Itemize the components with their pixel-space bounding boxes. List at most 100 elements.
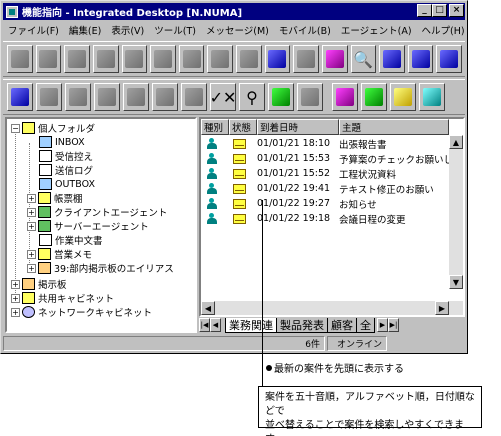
calendar-button[interactable] (332, 83, 358, 111)
reply-button[interactable] (36, 83, 62, 111)
export-button[interactable] (178, 45, 205, 73)
grid-button[interactable] (293, 45, 319, 73)
send-button[interactable] (379, 45, 405, 73)
forward-message-button[interactable] (94, 83, 120, 111)
clock-button[interactable] (361, 83, 387, 111)
share-button[interactable] (181, 83, 207, 111)
tab-customer[interactable]: 顧客 (327, 317, 357, 333)
workflow-button[interactable] (152, 83, 178, 111)
expand-toggle[interactable]: + (27, 221, 36, 231)
tree-node-received[interactable]: 受信控え (39, 149, 93, 163)
tree-label: 帳票棚 (54, 194, 83, 205)
collapse-toggle[interactable]: − (11, 123, 20, 133)
tab-first-button[interactable]: |◀ (199, 318, 210, 332)
tree-node-server-agent[interactable]: + サーバーエージェント (27, 219, 149, 233)
menu-message[interactable]: メッセージ(M) (201, 23, 274, 37)
expand-toggle[interactable]: + (27, 249, 36, 259)
close-button[interactable]: × (449, 4, 464, 17)
expand-toggle[interactable]: + (27, 207, 36, 217)
approve-button[interactable]: ✓✕ (210, 83, 236, 111)
table-row[interactable]: 01/01/21 15:52 工程状況資料 (201, 167, 463, 180)
tree-node-board[interactable]: + 掲示板 (11, 277, 67, 291)
subject-cell: テキスト修正のお願い (339, 184, 434, 196)
tree-node-shared-cabinet[interactable]: + 共用キャビネット (11, 291, 114, 305)
table-row[interactable]: 01/01/21 18:10 出張報告書 (201, 137, 463, 150)
tree-label: 営業メモ (54, 250, 93, 261)
tree-node-forms[interactable]: + 帳票棚 (27, 191, 83, 205)
minimize-button[interactable]: _ (417, 4, 432, 17)
tree-node-personal[interactable]: − 個人フォルダ (11, 121, 95, 135)
table-row[interactable]: 01/01/22 19:18 会議日程の変更 (201, 212, 463, 225)
tree-node-outbox[interactable]: OUTBOX (39, 177, 95, 191)
expand-toggle[interactable]: + (11, 307, 20, 317)
column-header-arrival[interactable]: 到着日時 (257, 119, 339, 135)
folder-icon (10, 50, 29, 68)
tree-node-network-cabinet[interactable]: + ネットワークキャビネット (11, 305, 152, 319)
move-button[interactable] (35, 45, 62, 73)
view-button[interactable] (236, 45, 262, 73)
receive-button[interactable] (407, 45, 434, 73)
menu-file[interactable]: ファイル(F) (3, 23, 64, 37)
forward-button[interactable] (207, 45, 233, 73)
maximize-button[interactable]: □ (432, 4, 447, 17)
scroll-up-button[interactable]: ▲ (449, 135, 463, 149)
print-button[interactable] (121, 45, 148, 73)
expand-toggle[interactable]: + (11, 293, 20, 303)
tab-next-button[interactable]: ▶ (377, 318, 388, 332)
find-button[interactable]: ⚲ (239, 83, 265, 111)
delete-button[interactable] (92, 45, 119, 73)
route-button[interactable] (123, 83, 149, 111)
menu-agent[interactable]: エージェント(A) (336, 23, 417, 37)
menu-tools[interactable]: ツール(T) (149, 23, 201, 37)
sign-button[interactable] (268, 83, 294, 111)
new-folder-button[interactable] (7, 45, 33, 73)
scroll-right-button[interactable]: ▶ (435, 301, 449, 315)
title-bar[interactable]: 機能指向 - Integrated Desktop [N.NUMA] _ □ × (3, 3, 465, 20)
document-icon (39, 150, 52, 162)
edit-button[interactable] (321, 45, 348, 73)
menu-mobile[interactable]: モバイル(B) (274, 23, 336, 37)
memo-button[interactable] (390, 83, 416, 111)
horizontal-scrollbar[interactable]: ◀ ▶ (201, 301, 463, 315)
search-button[interactable]: 🔍 (350, 45, 377, 73)
callout-text: 案件を五十音順，アルファベット順，日付順などで (265, 392, 475, 417)
tab-last-button[interactable]: ▶| (388, 318, 399, 332)
menu-view[interactable]: 表示(V) (106, 23, 149, 37)
sync-button[interactable] (436, 45, 462, 73)
tree-node-board-alias[interactable]: + 39:部内掲示板のエイリアス (27, 261, 174, 275)
tree-node-client-agent[interactable]: + クライアントエージェント (27, 205, 167, 219)
archive-button[interactable] (64, 45, 90, 73)
tree-node-sent-log[interactable]: 送信ログ (39, 163, 93, 177)
tab-prev-button[interactable]: ◀ (210, 318, 221, 332)
person-icon (207, 138, 217, 149)
expand-toggle[interactable]: + (11, 279, 20, 289)
table-row[interactable]: 01/01/22 19:41 テキスト修正のお願い (201, 182, 463, 195)
scroll-down-button[interactable]: ▼ (449, 275, 463, 289)
tab-all[interactable]: 全 (356, 317, 375, 333)
column-header-type[interactable]: 種別 (201, 119, 229, 135)
properties-button[interactable] (264, 45, 291, 73)
menu-edit[interactable]: 編集(E) (64, 23, 106, 37)
copy-button[interactable] (150, 45, 176, 73)
new-message-button[interactable] (7, 83, 33, 111)
table-row[interactable]: 01/01/21 15:53 予算案のチェックお願いします (201, 152, 463, 165)
tab-product[interactable]: 製品発表 (276, 317, 328, 333)
scroll-left-button[interactable]: ◀ (201, 301, 215, 315)
column-header-subject[interactable]: 主題 (339, 119, 449, 135)
expand-toggle[interactable]: + (27, 193, 36, 203)
tree-node-inbox[interactable]: INBOX (39, 135, 85, 149)
reject-button[interactable] (297, 83, 323, 111)
expand-toggle[interactable]: + (27, 263, 36, 273)
person-icon (207, 168, 217, 179)
app-icon[interactable] (6, 5, 18, 18)
tab-business[interactable]: 業務関連 (225, 317, 277, 333)
tree-node-working-docs[interactable]: 作業中文書 (39, 233, 103, 247)
notes-button[interactable] (419, 83, 445, 111)
reply-all-button[interactable] (65, 83, 91, 111)
tree-node-sales-memo[interactable]: + 営業メモ (27, 247, 92, 261)
column-header-status[interactable]: 状態 (229, 119, 257, 135)
vertical-scrollbar[interactable]: ▲ ▼ (449, 135, 463, 289)
forward-icon (211, 50, 230, 68)
menu-help[interactable]: ヘルプ(H) (417, 23, 470, 37)
table-row[interactable]: 01/01/22 19:27 お知らせ (201, 197, 463, 210)
